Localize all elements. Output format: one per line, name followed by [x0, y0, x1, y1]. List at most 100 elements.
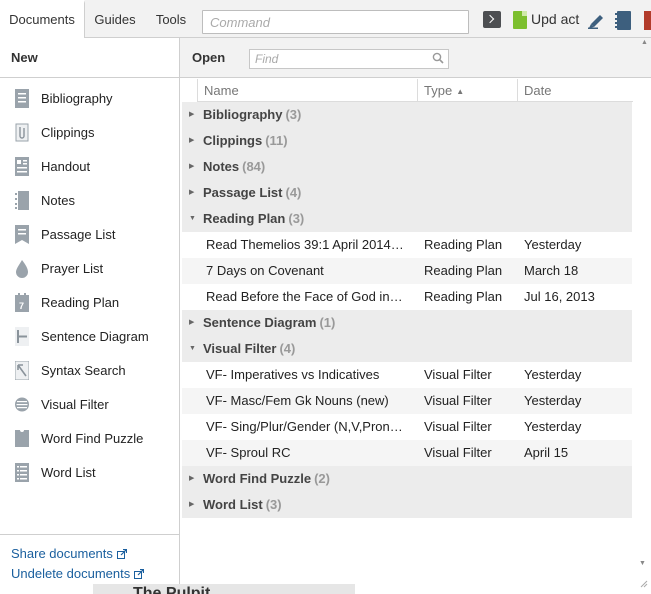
- group-row[interactable]: ▼ Visual Filter (4): [182, 336, 632, 362]
- new-item-handout[interactable]: Handout: [0, 150, 179, 184]
- expanded-arrow-icon[interactable]: ▼: [189, 336, 196, 362]
- new-document-list: Bibliography Clippings Handout Notes Pas…: [0, 78, 179, 490]
- group-count: (4): [285, 185, 302, 200]
- collapsed-arrow-icon[interactable]: ▶: [189, 154, 194, 180]
- document-type: Reading Plan: [424, 237, 503, 252]
- svg-text:7: 7: [19, 301, 24, 311]
- undelete-documents-label: Undelete documents: [11, 566, 131, 581]
- group-label: Word List (3): [203, 492, 282, 518]
- new-item-sentence-diagram[interactable]: Sentence Diagram: [0, 320, 179, 354]
- tab-tools[interactable]: Tools: [145, 0, 197, 38]
- document-type: Visual Filter: [424, 419, 492, 434]
- group-row[interactable]: ▶ Word List (3): [182, 492, 632, 518]
- scroll-up-icon[interactable]: ▲: [641, 39, 648, 46]
- sort-ascending-icon: ▲: [456, 87, 465, 96]
- group-name: Passage List: [203, 185, 283, 200]
- group-row[interactable]: ▶ Bibliography (3): [182, 102, 632, 128]
- new-item-passage-list[interactable]: Passage List: [0, 218, 179, 252]
- group-row[interactable]: ▶ Clippings (11): [182, 128, 632, 154]
- console-icon[interactable]: [483, 11, 501, 28]
- find-input[interactable]: [249, 49, 449, 69]
- share-documents-link[interactable]: Share documents: [0, 544, 179, 564]
- document-row[interactable]: VF- Imperatives vs Indicatives Visual Fil…: [182, 362, 632, 388]
- column-type[interactable]: Type ▲: [417, 79, 517, 102]
- group-label: Reading Plan (3): [203, 206, 304, 232]
- document-row[interactable]: Read Themelios 39:1 April 2014 (test) Rea…: [182, 232, 632, 258]
- new-item-word-list[interactable]: Word List: [0, 456, 179, 490]
- bibliography-icon: [15, 89, 29, 108]
- collapsed-arrow-icon[interactable]: ▶: [189, 102, 194, 128]
- collapsed-arrow-icon[interactable]: ▶: [189, 466, 194, 492]
- document-row[interactable]: VF- Sproul RC Visual Filter April 15: [182, 440, 632, 466]
- group-count: (2): [314, 471, 330, 486]
- group-count: (3): [285, 107, 302, 122]
- undelete-documents-link[interactable]: Undelete documents: [0, 564, 179, 584]
- document-date: Yesterday: [524, 393, 582, 408]
- document-name: Read Themelios 39:1 April 2014 (test): [206, 237, 406, 252]
- group-row[interactable]: ▼ Reading Plan (3): [182, 206, 632, 232]
- document-row[interactable]: VF- Sing/Plur/Gender (N,V,Pron) new Visua…: [182, 414, 632, 440]
- group-row[interactable]: ▶ Sentence Diagram (1): [182, 310, 632, 336]
- group-label: Sentence Diagram (1): [203, 310, 335, 336]
- clippings-icon: [15, 123, 29, 142]
- group-name: Notes: [203, 159, 240, 174]
- resize-grip-icon[interactable]: [638, 578, 648, 588]
- group-row[interactable]: ▶ Notes (84): [182, 154, 632, 180]
- notes-toolbar-icon[interactable]: [615, 11, 631, 30]
- new-item-clippings[interactable]: Clippings: [0, 116, 179, 150]
- new-item-word-find-puzzle[interactable]: Word Find Puzzle: [0, 422, 179, 456]
- new-item-label: Word Find Puzzle: [41, 431, 144, 446]
- document-name: VF- Sproul RC: [206, 445, 291, 460]
- new-item-prayer-list[interactable]: Prayer List: [0, 252, 179, 286]
- new-item-syntax-search[interactable]: Syntax Search: [0, 354, 179, 388]
- tab-guides[interactable]: Guides: [85, 0, 145, 38]
- document-type: Visual Filter: [424, 367, 492, 382]
- document-type: Reading Plan: [424, 263, 503, 278]
- group-row[interactable]: ▶ Passage List (4): [182, 180, 632, 206]
- pen-icon[interactable]: [588, 12, 605, 29]
- document-row[interactable]: Read Before the Face of God in 18… Readin…: [182, 284, 632, 310]
- document-row[interactable]: VF- Masc/Fem Gk Nouns (new) Visual Filter…: [182, 388, 632, 414]
- group-label: Visual Filter (4): [203, 336, 295, 362]
- new-item-bibliography[interactable]: Bibliography: [0, 82, 179, 116]
- syntax-search-icon: [15, 361, 29, 380]
- new-item-reading-plan[interactable]: 7 Reading Plan: [0, 286, 179, 320]
- update-icon[interactable]: [513, 11, 527, 29]
- collapsed-arrow-icon[interactable]: ▶: [189, 128, 194, 154]
- command-input[interactable]: [202, 10, 469, 34]
- external-link-icon: [116, 549, 127, 559]
- document-row[interactable]: 7 Days on Covenant Reading Plan March 18: [182, 258, 632, 284]
- word-find-puzzle-icon: [15, 430, 29, 447]
- notes-icon: [15, 191, 29, 210]
- new-item-notes[interactable]: Notes: [0, 184, 179, 218]
- handout-icon: [15, 157, 29, 176]
- new-item-label: Handout: [41, 159, 91, 174]
- document-name: VF- Masc/Fem Gk Nouns (new): [206, 393, 389, 408]
- new-item-visual-filter[interactable]: Visual Filter: [0, 388, 179, 422]
- collapsed-arrow-icon[interactable]: ▶: [189, 492, 194, 518]
- document-type: Reading Plan: [424, 289, 503, 304]
- open-bar: Open: [180, 38, 651, 78]
- column-date[interactable]: Date: [517, 79, 633, 102]
- group-count: (4): [279, 341, 296, 356]
- group-name: Word List: [203, 497, 263, 512]
- group-name: Reading Plan: [203, 211, 286, 226]
- collapsed-arrow-icon[interactable]: ▶: [189, 310, 194, 336]
- group-label: Passage List (4): [203, 180, 301, 206]
- scroll-down-icon[interactable]: ▼: [639, 560, 646, 567]
- tab-documents[interactable]: Documents: [0, 0, 85, 39]
- document-date: March 18: [524, 263, 579, 278]
- group-row[interactable]: ▶ Word Find Puzzle (2): [182, 466, 632, 492]
- document-date: Yesterday: [524, 237, 582, 252]
- document-date: Jul 16, 2013: [524, 289, 595, 304]
- visual-filter-icon: [15, 397, 29, 412]
- column-name[interactable]: Name: [197, 79, 417, 102]
- document-list: ▶ Bibliography (3) ▶ Clippings (11) ▶ Notes (84)…: [180, 102, 651, 518]
- new-item-label: Syntax Search: [41, 363, 126, 378]
- new-item-label: Sentence Diagram: [41, 329, 149, 344]
- truncated-toolbar-icon[interactable]: [644, 11, 651, 30]
- collapsed-arrow-icon[interactable]: ▶: [189, 180, 194, 206]
- update-button[interactable]: Upd act: [531, 11, 579, 27]
- search-icon: [432, 52, 444, 64]
- expanded-arrow-icon[interactable]: ▼: [189, 206, 196, 232]
